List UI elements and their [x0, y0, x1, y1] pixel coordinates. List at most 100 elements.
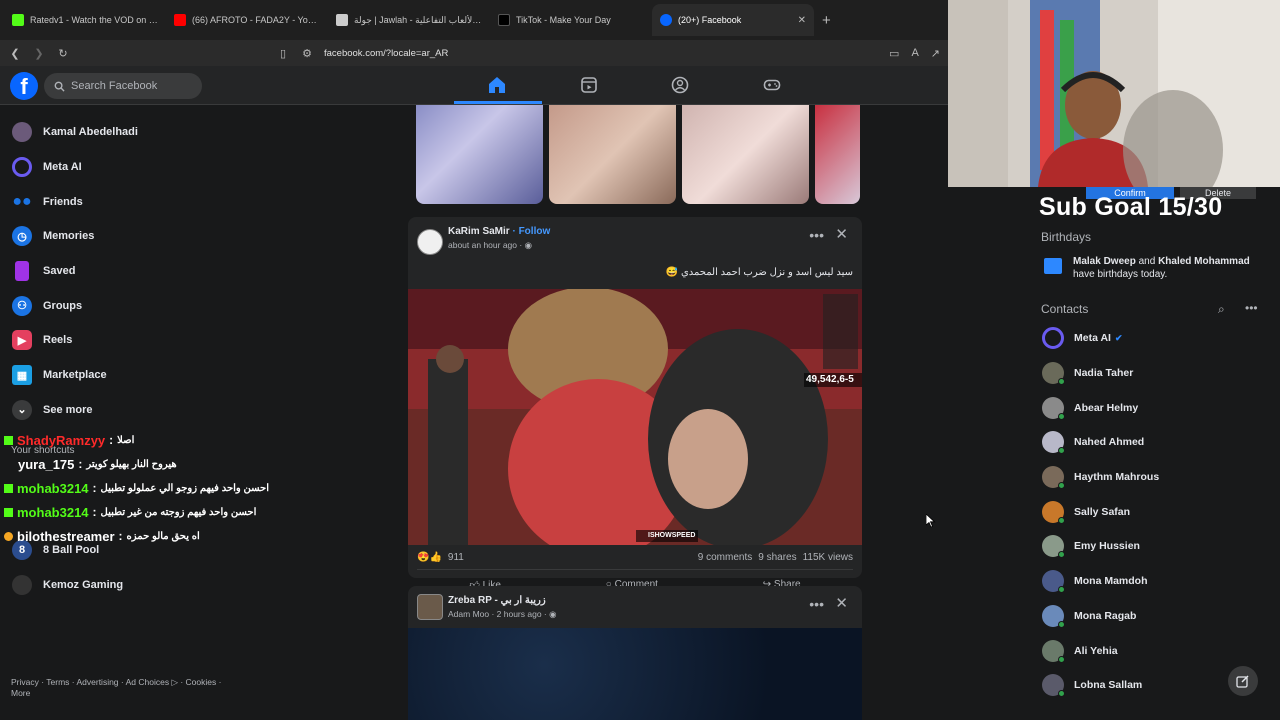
- more-options-icon[interactable]: •••: [809, 596, 824, 612]
- stories-row: [416, 105, 862, 204]
- contact-name: Sally Safan: [1074, 505, 1131, 518]
- contact-item[interactable]: Abear Helmy: [1040, 390, 1260, 425]
- kemoz-gaming-icon: [12, 575, 32, 596]
- post-author[interactable]: Zreba RP - زريبة ار بي: [448, 595, 546, 606]
- comment-count[interactable]: 9 comments: [698, 552, 752, 563]
- reload-icon[interactable]: ↻: [56, 47, 70, 60]
- sidebar-item-label: Saved: [43, 265, 76, 278]
- new-tab-button[interactable]: +: [822, 12, 831, 29]
- site-info-icon[interactable]: ⚙: [300, 47, 314, 60]
- avatar[interactable]: [417, 594, 443, 620]
- contact-item[interactable]: Emy Hussien: [1040, 529, 1260, 564]
- cast-icon[interactable]: ▭: [889, 47, 899, 60]
- sidebar-item-marketplace[interactable]: ▦ Marketplace: [0, 358, 260, 393]
- video-icon[interactable]: [579, 75, 599, 95]
- home-icon[interactable]: [487, 75, 507, 95]
- chat-message: mohab3214: احسن واحد فيهم زوجته من غير تط…: [4, 500, 304, 524]
- bookmark-icon[interactable]: ▯: [276, 47, 290, 60]
- reaction-count[interactable]: 911: [448, 552, 464, 563]
- post-timestamp[interactable]: Adam Moo · 2 hours ago ·: [448, 609, 549, 619]
- close-icon[interactable]: ✕: [835, 225, 848, 243]
- search-input[interactable]: Search Facebook: [44, 73, 202, 99]
- contacts-search-icon[interactable]: ⌕: [1218, 302, 1225, 317]
- contact-item[interactable]: Lobna Sallam: [1040, 668, 1260, 703]
- browser-tab[interactable]: Ratedv1 - Watch the VOD on Kick: [4, 4, 166, 36]
- online-indicator: [1058, 690, 1065, 698]
- new-message-button[interactable]: [1228, 666, 1258, 696]
- close-icon[interactable]: ✕: [835, 594, 848, 612]
- follow-link[interactable]: · Follow: [512, 226, 550, 237]
- avatar: [1042, 500, 1065, 524]
- post-author[interactable]: KaRim SaMir: [448, 226, 510, 237]
- friends-icon: ●●: [12, 192, 32, 210]
- gift-icon: [1044, 258, 1062, 274]
- birthday-notice[interactable]: Malak Dweep and Khaled Mohammad have bir…: [1073, 255, 1250, 281]
- sidebar-item-saved[interactable]: Saved: [0, 254, 260, 289]
- sidebar-item-label: See more: [43, 403, 93, 416]
- avatar: [1042, 535, 1065, 559]
- sidebar-item-groups[interactable]: ⚇ Groups: [0, 288, 260, 323]
- contact-item[interactable]: Mona Ragab: [1040, 599, 1260, 634]
- verified-icon: ✔: [1114, 332, 1123, 343]
- story-card[interactable]: [549, 105, 676, 204]
- globe-icon: ◉: [524, 240, 532, 250]
- birthday-name[interactable]: Khaled Mohammad: [1158, 256, 1250, 267]
- browser-tab[interactable]: جولة | Jawlah - منصة الألعاب التفاعلية: [328, 4, 490, 36]
- contact-item[interactable]: Nahed Ahmed: [1040, 425, 1260, 460]
- contact-item[interactable]: Haythm Mahrous: [1040, 460, 1260, 495]
- groups-icon[interactable]: [670, 75, 690, 95]
- story-card[interactable]: [416, 105, 543, 204]
- contact-name: Nahed Ahmed: [1074, 436, 1145, 449]
- contact-item[interactable]: Ali Yehia: [1040, 633, 1260, 668]
- browser-tab[interactable]: TikTok - Make Your Day: [490, 4, 652, 36]
- sidebar-item-profile[interactable]: Kamal Abedelhadi: [0, 115, 260, 150]
- sidebar-item-meta-ai[interactable]: Meta AI: [0, 150, 260, 185]
- webcam-frame: [948, 0, 1280, 187]
- contact-item[interactable]: Sally Safan: [1040, 494, 1260, 529]
- close-tab-icon[interactable]: ✕: [798, 15, 806, 26]
- avatar[interactable]: [417, 229, 443, 255]
- post-video[interactable]: 49,542,6-5 ISHOWSPEED: [408, 289, 862, 545]
- shortcut-item[interactable]: Kemoz Gaming: [0, 568, 260, 603]
- story-card[interactable]: [682, 105, 809, 204]
- story-card[interactable]: [815, 105, 860, 204]
- forward-icon[interactable]: ❯: [32, 47, 46, 60]
- post-header: Zreba RP - زريبة ار بي Adam Moo · 2 hour…: [408, 586, 862, 628]
- gaming-icon[interactable]: [762, 75, 782, 95]
- sidebar-item-see-more[interactable]: ⌄ See more: [0, 393, 260, 428]
- post-timestamp[interactable]: about an hour ago ·: [448, 240, 525, 250]
- sidebar-item-reels[interactable]: ▶ Reels: [0, 323, 260, 358]
- chat-text: احسن واحد فيهم زوجته من غير تطبيل: [100, 506, 257, 518]
- chat-message: ShadyRamzyy: اصلا: [4, 428, 304, 452]
- url-text[interactable]: facebook.com/?locale=ar_AR: [324, 48, 448, 59]
- sidebar-item-friends[interactable]: ●● Friends: [0, 184, 260, 219]
- feed-post: Zreba RP - زريبة ار بي Adam Moo · 2 hour…: [408, 586, 862, 720]
- contacts-more-icon[interactable]: •••: [1245, 301, 1258, 315]
- share-count[interactable]: 9 shares: [758, 552, 796, 563]
- browser-tab[interactable]: (66) AFROTO - FADA2Y - YouTube: [166, 4, 328, 36]
- more-options-icon[interactable]: •••: [809, 227, 824, 243]
- saved-icon: [15, 261, 29, 282]
- birthday-name[interactable]: Malak Dweep: [1073, 256, 1136, 267]
- meta-ai-icon: [1042, 327, 1064, 350]
- share-icon[interactable]: ↗: [931, 47, 940, 60]
- contact-item[interactable]: Meta AI ✔: [1040, 321, 1260, 356]
- translate-icon[interactable]: A: [911, 47, 918, 60]
- browser-tab-active[interactable]: (20+) Facebook ✕: [652, 4, 814, 36]
- footer-links[interactable]: Privacy · Terms · Advertising · Ad Choic…: [11, 677, 241, 699]
- back-icon[interactable]: ❮: [8, 47, 22, 60]
- tiktok-favicon-icon: [498, 14, 510, 26]
- facebook-logo[interactable]: f: [10, 72, 38, 100]
- post-image[interactable]: [408, 628, 862, 720]
- chat-username: ShadyRamzyy: [17, 432, 106, 448]
- sidebar-item-memories[interactable]: ◷ Memories: [0, 219, 260, 254]
- contact-item[interactable]: Mona Mamdoh: [1040, 564, 1260, 599]
- chat-badge-icon: [4, 483, 13, 493]
- contact-name: Emy Hussien: [1074, 540, 1140, 553]
- chat-username: yura_175: [18, 456, 75, 472]
- reactions-icon[interactable]: 😍👍: [417, 552, 442, 563]
- streamer-webcam: [948, 0, 1280, 187]
- globe-icon: ◉: [549, 609, 557, 619]
- contact-item[interactable]: Nadia Taher: [1040, 356, 1260, 391]
- chat-message: yura_175: هيروح النار بهيلو كويتر: [18, 456, 177, 472]
